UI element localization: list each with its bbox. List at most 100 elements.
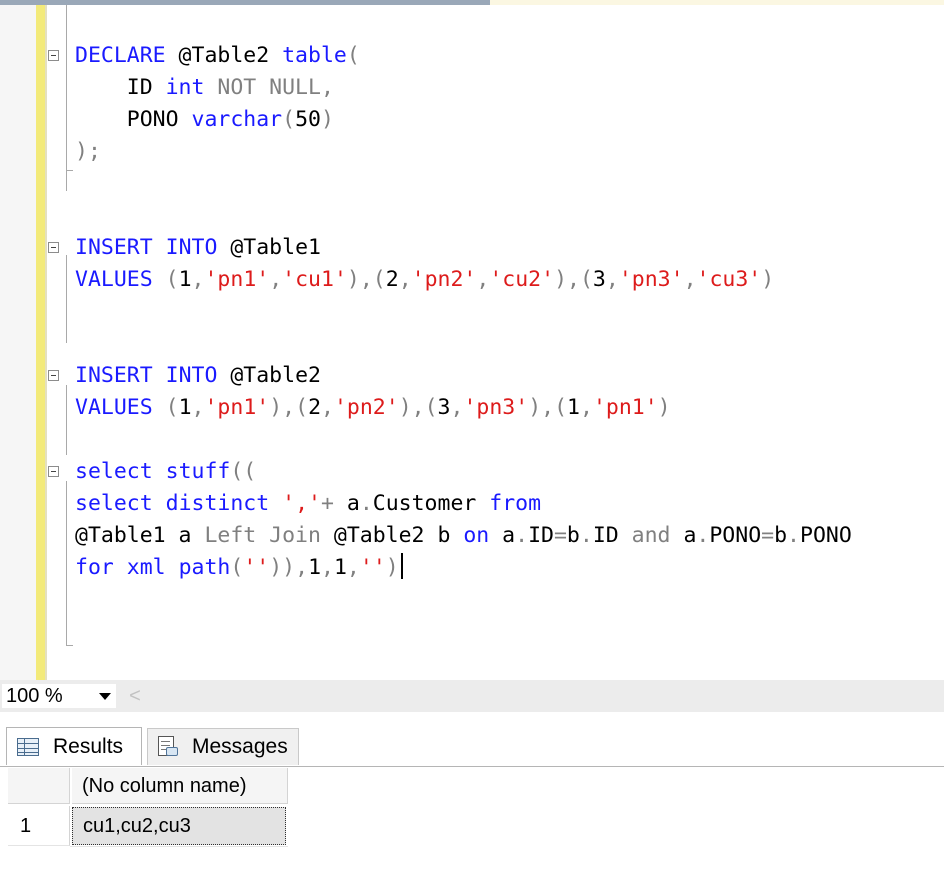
code-token: ,: [346, 555, 360, 580]
code-token: 2: [308, 395, 322, 420]
code-token: 'pn2': [333, 395, 399, 420]
code-token: 1: [178, 267, 192, 292]
code-token: ): [761, 267, 775, 292]
code-token: on: [463, 523, 490, 548]
code-token: table: [282, 43, 347, 68]
code-token: ,: [321, 395, 334, 420]
code-token: .: [787, 523, 800, 548]
code-token: =: [553, 523, 567, 548]
code-line[interactable]: PONO varchar(50): [75, 104, 334, 136]
code-token: DECLARE: [75, 43, 166, 68]
code-token: xml: [126, 555, 166, 580]
code-token: stuff: [165, 459, 231, 484]
code-line[interactable]: VALUES (1,'pn1'),(2,'pn2'),(3,'pn3'),(1,…: [75, 392, 671, 424]
outline-guide: [66, 255, 67, 343]
code-token: ),(: [398, 395, 438, 420]
code-token: ): [385, 555, 399, 580]
code-token: 1: [308, 555, 322, 580]
code-token: =: [761, 523, 775, 548]
code-token: a: [333, 491, 360, 516]
code-token: ,: [683, 267, 697, 292]
change-tracking-edge: [45, 5, 47, 680]
code-token: distinct: [165, 491, 270, 516]
code-token: @Table1 a: [75, 523, 205, 548]
code-token: 'cu1': [282, 267, 347, 292]
code-token: ,: [605, 267, 619, 292]
outline-end-tick: [66, 645, 73, 646]
code-token: ',': [282, 491, 321, 516]
code-token: +: [320, 491, 334, 516]
code-line[interactable]: DECLARE @Table2 table(: [75, 40, 360, 72]
code-token: b: [774, 523, 788, 548]
code-line[interactable]: INSERT INTO @Table1: [75, 232, 321, 264]
code-line[interactable]: );: [75, 136, 101, 168]
column-header[interactable]: (No column name): [72, 768, 288, 804]
code-token: 1: [178, 395, 192, 420]
scroll-left-arrow-icon[interactable]: <: [126, 682, 144, 710]
code-line[interactable]: for xml path('')),1,1,''): [75, 552, 403, 584]
code-token: 'pn1': [204, 267, 270, 292]
code-token: @Table2 b: [320, 523, 464, 548]
code-token: select: [75, 491, 153, 516]
code-token: 3: [437, 395, 451, 420]
code-token: @Table2: [165, 43, 283, 68]
code-token: (: [346, 43, 360, 68]
code-token: path: [178, 555, 231, 580]
code-token: 'pn3': [463, 395, 529, 420]
grid-corner-cell[interactable]: [8, 768, 70, 804]
code-line[interactable]: select stuff((: [75, 456, 256, 488]
collapse-declare-icon[interactable]: [48, 50, 59, 61]
code-token: ): [657, 395, 671, 420]
code-token: INTO: [165, 363, 218, 388]
result-cell[interactable]: cu1,cu2,cu3: [72, 807, 286, 845]
code-token: NOT NULL: [204, 75, 321, 100]
code-line[interactable]: select distinct ','+ a.Customer from: [75, 488, 541, 520]
code-token: (: [165, 267, 179, 292]
code-line[interactable]: VALUES (1,'pn1','cu1'),(2,'pn2','cu2'),(…: [75, 264, 774, 296]
code-token: 50: [295, 107, 321, 132]
code-token: 'pn2': [411, 267, 477, 292]
code-token: '': [243, 555, 270, 580]
code-token: .: [359, 491, 373, 516]
code-token: ID: [592, 523, 632, 548]
code-token: ): [320, 107, 334, 132]
code-token: Customer: [372, 491, 490, 516]
code-line[interactable]: ID int NOT NULL,: [75, 72, 334, 104]
code-token: 'pn3': [618, 267, 684, 292]
code-token: 'pn1': [592, 395, 658, 420]
code-token: ),(: [269, 395, 309, 420]
code-line[interactable]: INSERT INTO @Table2: [75, 360, 321, 392]
code-token: (: [282, 107, 296, 132]
row-header[interactable]: 1: [8, 806, 70, 846]
code-token: .: [696, 523, 710, 548]
collapse-select-icon[interactable]: [48, 466, 59, 477]
chevron-down-icon[interactable]: [99, 693, 111, 700]
code-token: ,: [321, 555, 334, 580]
code-token: @Table2: [217, 363, 321, 388]
collapse-insert1-icon[interactable]: [48, 242, 59, 253]
code-token: PONO: [709, 523, 762, 548]
code-token: 1: [567, 395, 580, 420]
query-editor[interactable]: DECLARE @Table2 table( ID int NOT NULL, …: [0, 0, 944, 680]
code-token: ),(: [346, 267, 386, 292]
code-token: (: [165, 395, 179, 420]
code-line[interactable]: @Table1 a Left Join @Table2 b on a.ID=b.…: [75, 520, 852, 552]
code-token: .: [515, 523, 529, 548]
text-caret: [400, 553, 403, 579]
code-token: for: [75, 555, 114, 580]
tab-results[interactable]: Results: [6, 727, 142, 765]
outline-end-tick: [66, 170, 73, 171]
code-token: 'cu3': [696, 267, 762, 292]
collapse-insert2-icon[interactable]: [48, 370, 59, 381]
tab-messages[interactable]: Messages: [147, 728, 299, 765]
code-token: ,: [191, 395, 205, 420]
tab-messages-label: Messages: [192, 735, 288, 758]
outline-guide: [66, 481, 67, 646]
